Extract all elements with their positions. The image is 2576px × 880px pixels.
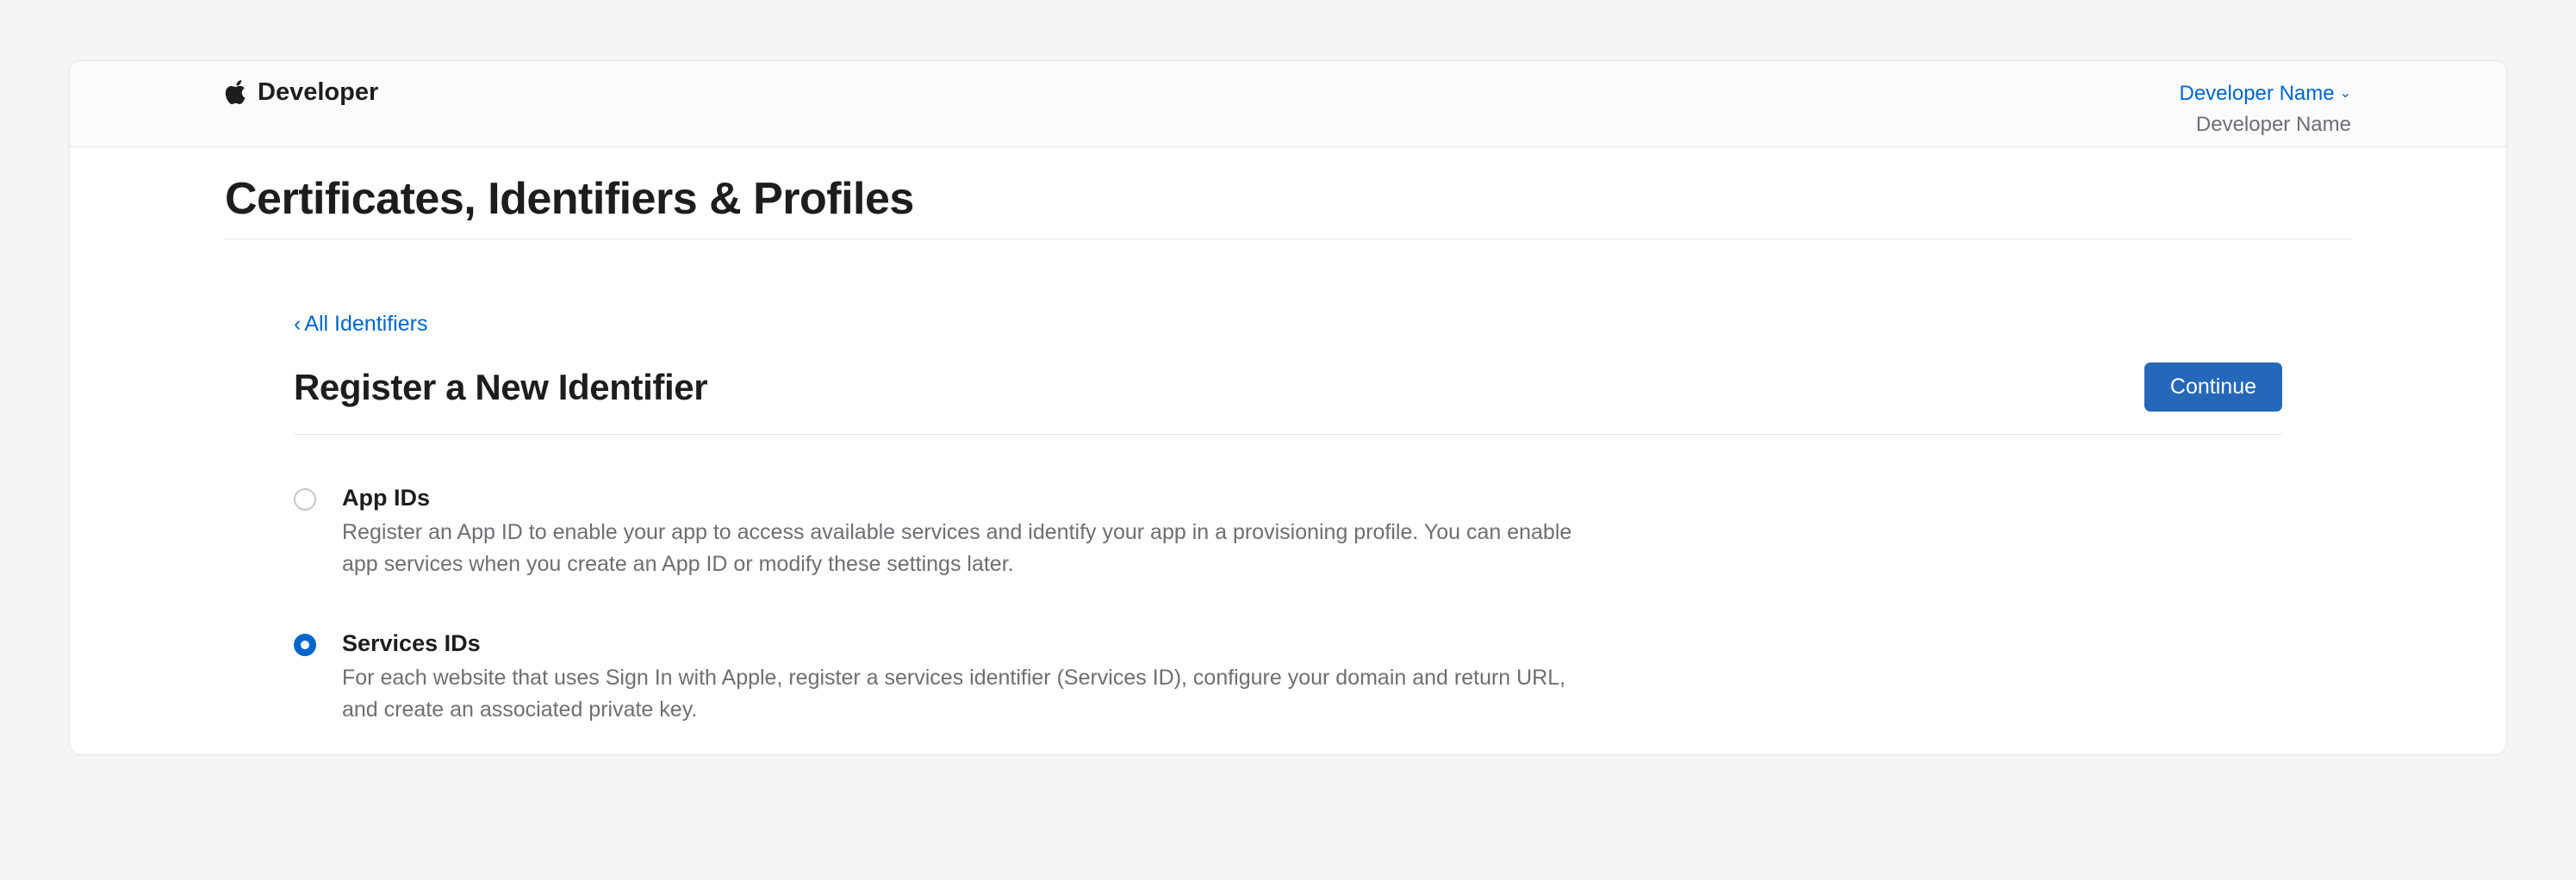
brand-text: Developer [258, 78, 378, 107]
page-title-row: Certificates, Identifiers & Profiles [225, 173, 2351, 239]
option-body: App IDs Register an App ID to enable you… [342, 485, 1574, 580]
continue-button[interactable]: Continue [2144, 363, 2282, 412]
main-panel: Developer Developer Name ⌄ Developer Nam… [69, 60, 2507, 755]
identifier-options: App IDs Register an App ID to enable you… [294, 485, 2282, 726]
option-title: App IDs [342, 485, 1574, 511]
chevron-left-icon: ‹ [294, 312, 301, 337]
chevron-down-icon: ⌄ [2340, 84, 2351, 104]
radio-app-ids[interactable] [294, 488, 316, 511]
option-title: Services IDs [342, 630, 1574, 657]
account-team: Developer Name [2180, 109, 2352, 140]
account-menu[interactable]: Developer Name ⌄ Developer Name [2180, 78, 2352, 140]
option-services-ids[interactable]: Services IDs For each website that uses … [294, 630, 2282, 726]
back-link[interactable]: ‹ All Identifiers [294, 312, 427, 337]
option-app-ids[interactable]: App IDs Register an App ID to enable you… [294, 485, 2282, 580]
option-body: Services IDs For each website that uses … [342, 630, 1574, 726]
brand-logo-group[interactable]: Developer [225, 78, 378, 107]
panel-header: Developer Developer Name ⌄ Developer Nam… [70, 61, 2506, 147]
back-link-label: All Identifiers [304, 312, 427, 337]
apple-icon [225, 80, 247, 106]
account-name-dropdown[interactable]: Developer Name ⌄ [2180, 78, 2352, 109]
section-title: Register a New Identifier [294, 367, 707, 408]
content-area: Certificates, Identifiers & Profiles ‹ A… [70, 147, 2506, 726]
page-title: Certificates, Identifiers & Profiles [225, 173, 2351, 225]
section-header-row: Register a New Identifier Continue [294, 363, 2282, 435]
radio-services-ids[interactable] [294, 634, 316, 656]
option-description: For each website that uses Sign In with … [342, 662, 1574, 726]
inner-content: ‹ All Identifiers Register a New Identif… [225, 239, 2351, 726]
option-description: Register an App ID to enable your app to… [342, 517, 1574, 580]
account-name: Developer Name [2180, 78, 2335, 109]
